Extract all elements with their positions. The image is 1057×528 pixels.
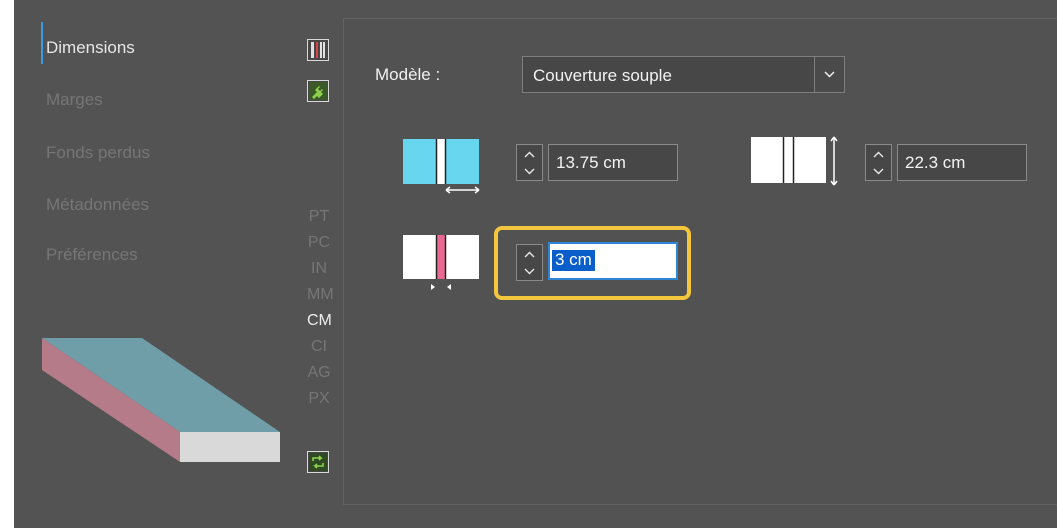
spine-value: 3 cm xyxy=(552,250,595,271)
model-select-value: Couverture souple xyxy=(533,66,672,85)
nav-item-marges[interactable]: Marges xyxy=(46,90,103,110)
chevron-up-icon[interactable] xyxy=(517,246,542,263)
width-diagram-icon xyxy=(403,139,480,194)
unit-ci[interactable]: CI xyxy=(307,338,331,356)
unit-pt[interactable]: PT xyxy=(307,208,331,226)
book-preview-illustration xyxy=(42,338,280,462)
width-field[interactable]: 13.75 cm xyxy=(548,144,678,181)
nav-item-preferences[interactable]: Préférences xyxy=(46,245,138,265)
height-diagram-icon xyxy=(751,136,838,186)
width-stepper[interactable] xyxy=(516,144,543,181)
spine-field[interactable]: 3 cm xyxy=(548,242,678,280)
height-field[interactable]: 22.3 cm xyxy=(897,144,1027,181)
chevron-up-icon[interactable] xyxy=(866,146,891,163)
chevron-down-icon[interactable] xyxy=(866,163,891,180)
unit-pc[interactable]: PC xyxy=(307,234,331,252)
unit-ag[interactable]: AG xyxy=(307,364,331,382)
page-layout-icon[interactable] xyxy=(307,39,329,61)
document-setup-dialog: Dimensions Marges Fonds perdus Métadonné… xyxy=(14,0,1057,528)
chevron-down-icon[interactable] xyxy=(517,263,542,280)
chevron-down-icon[interactable] xyxy=(517,163,542,180)
link-plug-icon[interactable] xyxy=(307,80,329,102)
height-stepper[interactable] xyxy=(865,144,892,181)
height-value: 22.3 cm xyxy=(905,153,966,172)
unit-in[interactable]: IN xyxy=(307,260,331,278)
model-label: Modèle : xyxy=(375,65,441,84)
unit-cm[interactable]: CM xyxy=(307,312,332,330)
swap-arrows-icon[interactable] xyxy=(307,451,329,473)
unit-px[interactable]: PX xyxy=(307,390,331,408)
chevron-down-icon[interactable] xyxy=(814,57,844,92)
spine-stepper[interactable] xyxy=(516,244,543,281)
nav-item-dimensions[interactable]: Dimensions xyxy=(46,38,135,58)
unit-mm[interactable]: MM xyxy=(307,286,334,304)
nav-item-metadonnees[interactable]: Métadonnées xyxy=(46,195,149,215)
nav-item-fonds-perdus[interactable]: Fonds perdus xyxy=(46,143,150,163)
spine-diagram-icon xyxy=(403,235,479,290)
active-nav-indicator xyxy=(41,22,43,64)
chevron-up-icon[interactable] xyxy=(517,146,542,163)
model-select[interactable]: Couverture souple xyxy=(522,56,845,93)
width-value: 13.75 cm xyxy=(556,153,626,172)
